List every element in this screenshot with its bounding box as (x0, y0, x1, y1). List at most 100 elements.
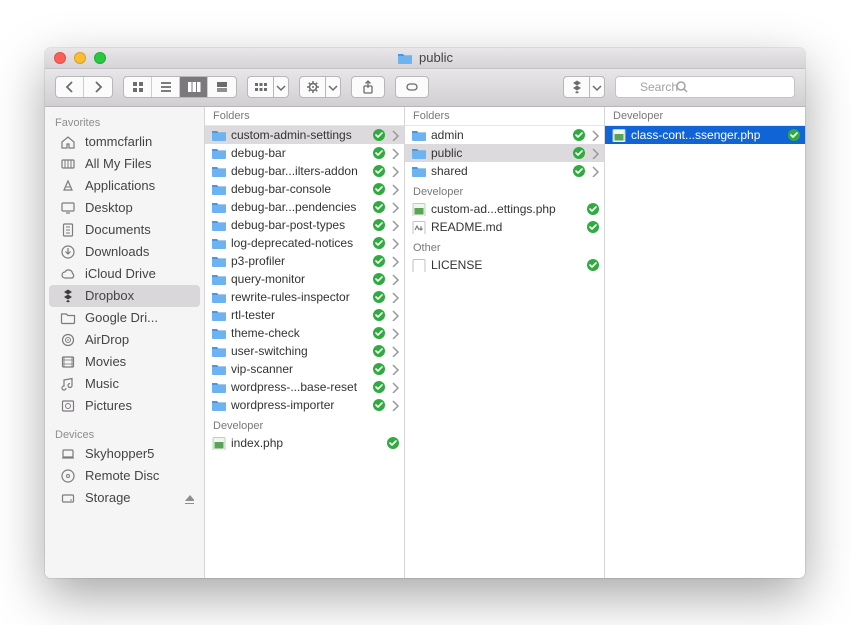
chevron-right-icon (390, 165, 400, 177)
sidebar-item-dropbox[interactable]: Dropbox (49, 285, 200, 307)
icon-view-button[interactable] (124, 77, 152, 97)
sidebar-item-label: AirDrop (85, 332, 129, 347)
folder-icon (211, 254, 227, 268)
synced-icon (372, 290, 386, 304)
sidebar-item-label: Documents (85, 222, 151, 237)
list-view-button[interactable] (152, 77, 180, 97)
folder-icon (211, 128, 227, 142)
sidebar-item-desktop[interactable]: Desktop (45, 197, 204, 219)
file-label: shared (431, 164, 568, 178)
synced-icon (572, 128, 586, 142)
sidebar-item-airdrop[interactable]: AirDrop (45, 329, 204, 351)
sidebar-item-label: Pictures (85, 398, 132, 413)
folder-icon (411, 146, 427, 160)
arrange-dropdown[interactable] (247, 76, 289, 98)
sidebar-item-documents[interactable]: Documents (45, 219, 204, 241)
sidebar-item-label: Applications (85, 178, 155, 193)
column-2: Developerclass-cont...ssenger.php (605, 107, 805, 578)
share-button[interactable] (351, 76, 385, 98)
file-row[interactable]: debug-bar (205, 144, 404, 162)
file-label: admin (431, 128, 568, 142)
file-row[interactable]: p3-profiler (205, 252, 404, 270)
synced-icon (372, 200, 386, 214)
sidebar-item-label: iCloud Drive (85, 266, 156, 281)
chevron-right-icon (590, 165, 600, 177)
body: FavoritestommcfarlinAll My FilesApplicat… (45, 107, 805, 578)
file-row[interactable]: custom-admin-settings (205, 126, 404, 144)
file-row[interactable]: query-monitor (205, 270, 404, 288)
folder-icon (59, 310, 77, 326)
back-button[interactable] (56, 77, 84, 97)
column-view-button[interactable] (180, 77, 208, 97)
search-input[interactable] (615, 76, 795, 98)
chevron-right-icon (390, 345, 400, 357)
window-title: public (45, 50, 805, 65)
file-row[interactable]: debug-bar...ilters-addon (205, 162, 404, 180)
folder-icon (211, 344, 227, 358)
sidebar-item-movies[interactable]: Movies (45, 351, 204, 373)
sidebar-item-applications[interactable]: Applications (45, 175, 204, 197)
sidebar-item-storage[interactable]: Storage (45, 487, 204, 509)
file-row[interactable]: log-deprecated-notices (205, 234, 404, 252)
folder-icon (211, 272, 227, 286)
drive-icon (59, 490, 77, 506)
chevron-right-icon (390, 201, 400, 213)
zoom-button[interactable] (94, 52, 106, 64)
synced-icon (572, 164, 586, 178)
synced-icon (372, 344, 386, 358)
coverflow-view-button[interactable] (208, 77, 236, 97)
tags-button[interactable] (395, 76, 429, 98)
file-row[interactable]: custom-ad...ettings.php (405, 200, 604, 218)
forward-button[interactable] (84, 77, 112, 97)
file-row[interactable]: public (405, 144, 604, 162)
file-row[interactable]: wordpress-...base-reset (205, 378, 404, 396)
folder-icon (211, 200, 227, 214)
sidebar-item-skyhopper5[interactable]: Skyhopper5 (45, 443, 204, 465)
file-row[interactable]: user-switching (205, 342, 404, 360)
file-row[interactable]: rewrite-rules-inspector (205, 288, 404, 306)
chevron-right-icon (390, 363, 400, 375)
file-row[interactable]: debug-bar-post-types (205, 216, 404, 234)
file-label: debug-bar (231, 146, 368, 160)
minimize-button[interactable] (74, 52, 86, 64)
file-row[interactable]: shared (405, 162, 604, 180)
sidebar-item-pictures[interactable]: Pictures (45, 395, 204, 417)
chevron-right-icon (390, 219, 400, 231)
folder-icon (211, 380, 227, 394)
file-label: class-cont...ssenger.php (631, 128, 783, 142)
synced-icon (586, 202, 600, 216)
file-label: public (431, 146, 568, 160)
file-row[interactable]: rtl-tester (205, 306, 404, 324)
dropbox-dropdown[interactable] (563, 76, 605, 98)
toolbar (45, 69, 805, 107)
sidebar-item-tommcfarlin[interactable]: tommcfarlin (45, 131, 204, 153)
file-row[interactable]: index.php (205, 434, 404, 452)
file-row[interactable]: class-cont...ssenger.php (605, 126, 805, 144)
file-row[interactable]: theme-check (205, 324, 404, 342)
file-row[interactable]: README.md (405, 218, 604, 236)
folder-icon (211, 398, 227, 412)
sidebar-item-remote-disc[interactable]: Remote Disc (45, 465, 204, 487)
chevron-right-icon (390, 309, 400, 321)
file-row[interactable]: debug-bar-console (205, 180, 404, 198)
sidebar-item-music[interactable]: Music (45, 373, 204, 395)
synced-icon (386, 436, 400, 450)
sidebar-item-icloud-drive[interactable]: iCloud Drive (45, 263, 204, 285)
file-label: index.php (231, 436, 382, 450)
file-row[interactable]: vip-scanner (205, 360, 404, 378)
file-row[interactable]: LICENSE (405, 256, 604, 274)
action-dropdown[interactable] (299, 76, 341, 98)
sidebar-item-all-my-files[interactable]: All My Files (45, 153, 204, 175)
sidebar-item-downloads[interactable]: Downloads (45, 241, 204, 263)
laptop-icon (59, 446, 77, 462)
file-row[interactable]: admin (405, 126, 604, 144)
file-row[interactable]: debug-bar...pendencies (205, 198, 404, 216)
close-button[interactable] (54, 52, 66, 64)
sidebar-item-label: Storage (85, 490, 131, 505)
sidebar-item-label: Movies (85, 354, 126, 369)
synced-icon (372, 128, 386, 142)
file-row[interactable]: wordpress-importer (205, 396, 404, 414)
blank-icon (411, 258, 427, 272)
sidebar-item-google-dri-[interactable]: Google Dri... (45, 307, 204, 329)
eject-icon[interactable] (182, 492, 194, 504)
